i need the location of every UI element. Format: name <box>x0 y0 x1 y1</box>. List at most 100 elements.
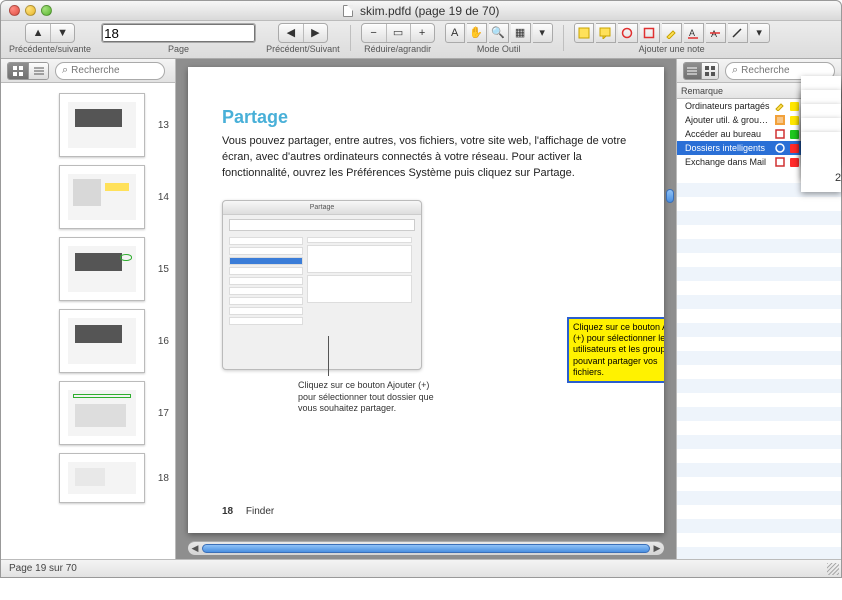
page-number-input[interactable] <box>102 24 255 42</box>
left-search[interactable]: ⌕ <box>55 62 165 80</box>
body: ⌕ 13 14 <box>1 59 841 559</box>
figure-caption-text: Cliquez sur ce bouton Ajouter (+) pour s… <box>298 380 434 413</box>
zoom-window-button[interactable] <box>41 5 52 16</box>
dropdown-tool-button[interactable]: ▾ <box>533 23 553 43</box>
sharing-pref-pane: Partage <box>222 200 422 370</box>
note-text-button[interactable] <box>574 23 594 43</box>
toolbar-separator-2 <box>563 25 564 51</box>
triangle-right-icon: ▶ <box>311 28 319 39</box>
page-thumbnail[interactable] <box>59 237 145 301</box>
prev-page-button[interactable]: ▲ <box>26 24 50 42</box>
circle-annot-button[interactable] <box>618 23 638 43</box>
tool-mode-group: A ✋ 🔍 ▦ ▾ Mode Outil <box>445 23 553 54</box>
page-field-wrap <box>101 23 256 43</box>
zoom-fit-button[interactable]: ▭ <box>386 24 410 42</box>
arrow-up-icon: ▲ <box>33 28 44 39</box>
thumb-row[interactable]: 15 <box>1 233 175 305</box>
scroll-right-button[interactable]: ▶ <box>650 542 664 555</box>
thumb-row[interactable]: 17 <box>1 377 175 449</box>
square-icon <box>643 27 655 39</box>
thumb-row[interactable]: 18 <box>1 449 175 507</box>
page-heading: Partage <box>222 107 630 128</box>
history-back-button[interactable]: ◀ <box>279 24 303 42</box>
highlight-note[interactable]: Cliquez sur ce bouton Ajouter (+) pour s… <box>568 318 664 382</box>
history-forward-button[interactable]: ▶ <box>303 24 327 42</box>
zoom-out-button[interactable]: − <box>362 24 386 42</box>
note-name: Exchange dans Mail <box>685 157 773 167</box>
line-annot-button[interactable] <box>728 23 748 43</box>
note-color-cell <box>787 158 801 167</box>
footer-section: Finder <box>246 506 274 517</box>
vertical-scroll-thumb[interactable] <box>666 189 674 203</box>
app-window: skim.pdfd (page 19 de 70) ▲ ▼ Précédente… <box>0 0 842 578</box>
page-thumbnail[interactable] <box>59 453 145 503</box>
outline-view-button[interactable] <box>28 63 48 79</box>
zoom-in-button[interactable]: + <box>410 24 434 42</box>
note-color-cell <box>787 144 801 153</box>
note-page: 29 <box>801 132 841 192</box>
strike-annot-button[interactable]: A <box>706 23 726 43</box>
thumbnails-list[interactable]: 13 14 15 16 <box>1 83 175 559</box>
page-body-text: Vous pouvez partager, entre autres, vos … <box>222 134 630 182</box>
annotations-group: A A ▾ Ajouter une note <box>574 23 770 54</box>
page-thumbnail[interactable] <box>59 309 145 373</box>
next-page-button[interactable]: ▼ <box>50 24 74 42</box>
note-anchored-button[interactable] <box>596 23 616 43</box>
document-scroll[interactable]: Partage Vous pouvez partager, entre autr… <box>176 59 676 541</box>
thumb-row[interactable]: 16 <box>1 305 175 377</box>
underline-annot-button[interactable]: A <box>684 23 704 43</box>
color-swatch-icon <box>790 116 799 125</box>
left-view-toggle <box>7 62 49 80</box>
page-thumbnail[interactable] <box>59 165 145 229</box>
note-name: Accéder au bureau <box>685 129 773 139</box>
text-tool-button[interactable]: A <box>445 23 465 43</box>
thumbnails-view-button[interactable] <box>8 63 28 79</box>
minimize-window-button[interactable] <box>25 5 36 16</box>
annot-dropdown-button[interactable]: ▾ <box>750 23 770 43</box>
zoom-seg: − ▭ + <box>361 23 435 43</box>
select-tool-button[interactable]: ▦ <box>511 23 531 43</box>
snapshots-view-button[interactable] <box>701 63 718 79</box>
move-tool-button[interactable]: ✋ <box>467 23 487 43</box>
note-color-cell <box>787 116 801 125</box>
window-title-text: skim.pdfd (page 19 de 70) <box>360 4 499 18</box>
horizontal-scroll-thumb[interactable] <box>202 544 650 553</box>
left-search-input[interactable] <box>71 65 183 76</box>
right-view-toggle <box>683 62 719 80</box>
thumb-row[interactable]: 13 <box>1 89 175 161</box>
sidebar-right: ⌕ Remarque Page Ordinateurs partagés14Aj… <box>676 59 841 559</box>
box-annot-button[interactable] <box>640 23 660 43</box>
resize-grip[interactable] <box>827 563 839 575</box>
page-field-group: Page <box>101 23 256 54</box>
thumb-row[interactable]: 14 <box>1 161 175 233</box>
page-thumbnail[interactable] <box>59 93 145 157</box>
page-thumbnail[interactable] <box>59 381 145 445</box>
list-icon <box>34 66 44 76</box>
note-name: Ordinateurs partagés <box>685 101 773 111</box>
notes-view-button[interactable] <box>684 63 701 79</box>
page-footer: 18 Finder <box>222 506 274 517</box>
thumb-page-number: 15 <box>153 264 169 275</box>
scroll-left-button[interactable]: ◀ <box>188 542 202 555</box>
nav-prev-next-group: ▲ ▼ Précédente/suivante <box>9 23 91 54</box>
grid-icon <box>705 66 715 76</box>
window-title: skim.pdfd (page 19 de 70) <box>1 4 841 18</box>
horizontal-scrollbar[interactable]: ◀ ▶ <box>188 541 664 555</box>
notes-empty-area <box>677 169 841 559</box>
line-icon <box>731 27 743 39</box>
highlight-annot-button[interactable] <box>662 23 682 43</box>
col-name-header[interactable]: Remarque <box>677 86 787 96</box>
note-type-icon-cell <box>773 101 787 111</box>
note-box-icon <box>775 115 785 125</box>
close-window-button[interactable] <box>9 5 20 16</box>
note-row[interactable]: Exchange dans Mail29 <box>677 155 841 169</box>
notes-list[interactable]: Ordinateurs partagés14Ajouter util. & gr… <box>677 99 841 169</box>
search-icon: ⌕ <box>732 64 738 77</box>
magnify-tool-button[interactable]: 🔍 <box>489 23 509 43</box>
thumb-page-number: 18 <box>153 473 169 484</box>
right-search-input[interactable] <box>741 65 842 76</box>
annotations-label: Ajouter une note <box>639 44 705 54</box>
highlight-note-text: Cliquez sur ce bouton Ajouter (+) pour s… <box>573 322 664 377</box>
note-icon <box>578 27 590 39</box>
nav-prev-next-label: Précédente/suivante <box>9 44 91 54</box>
